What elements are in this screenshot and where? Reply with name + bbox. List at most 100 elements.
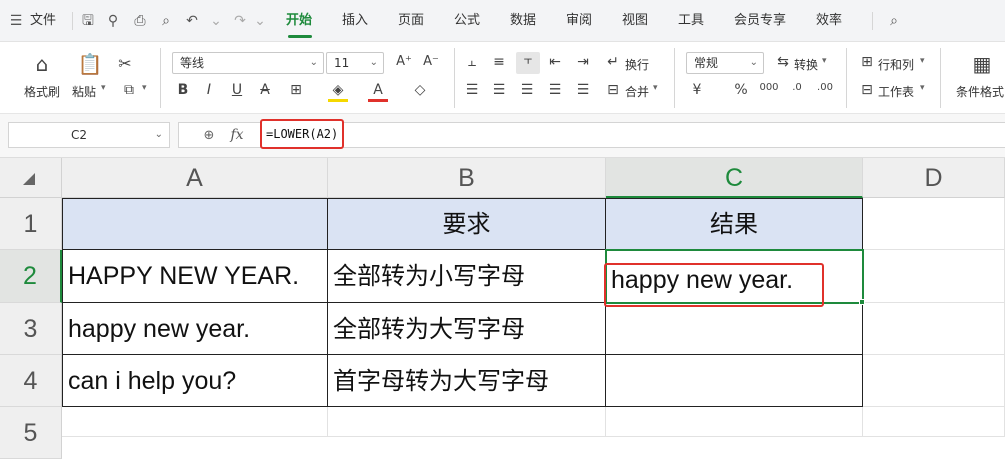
bold-icon[interactable]: B	[174, 82, 192, 102]
column-header-c[interactable]: C	[606, 158, 863, 198]
conditional-format-button[interactable]: 条件格式	[956, 83, 1004, 100]
border-icon[interactable]: ⊞	[286, 82, 306, 102]
convert-icon[interactable]: ⇆	[774, 54, 792, 72]
cut-icon[interactable]: ✂	[114, 54, 136, 74]
decrease-font-icon[interactable]: A⁻	[420, 54, 442, 74]
fill-handle[interactable]	[859, 299, 865, 305]
align-middle-icon[interactable]: ≡	[490, 54, 508, 72]
cell-c1[interactable]: 结果	[606, 199, 863, 250]
cell-d3[interactable]	[863, 303, 1005, 355]
decrease-decimal-icon[interactable]: .00	[814, 82, 836, 100]
decrease-indent-icon[interactable]: ⇤	[546, 54, 564, 72]
dropdown-arrow-icon[interactable]: ⌄	[206, 11, 226, 31]
zoom-formula-icon[interactable]: ⊕	[200, 128, 218, 144]
tab-page[interactable]: 页面	[398, 0, 424, 42]
number-format-select[interactable]: 常规 ⌄	[686, 52, 764, 74]
chevron-down-icon[interactable]: ▾	[142, 83, 147, 93]
format-painter-button[interactable]: 格式刷	[24, 83, 60, 100]
row-header-4[interactable]: 4	[0, 355, 62, 407]
tab-review[interactable]: 审阅	[566, 0, 592, 42]
row-header-5[interactable]: 5	[0, 407, 62, 459]
font-color-icon[interactable]: A	[368, 82, 388, 102]
cell-a3[interactable]: happy new year.	[63, 303, 328, 355]
tab-member[interactable]: 会员专享	[734, 0, 786, 42]
justify-icon[interactable]: ☰	[546, 82, 564, 100]
increase-decimal-icon[interactable]: .0	[786, 82, 808, 100]
select-all-button[interactable]	[0, 158, 62, 198]
align-top-icon[interactable]: ⫠	[463, 54, 481, 72]
format-brush-icon[interactable]: ⚲	[103, 11, 123, 31]
thousands-icon[interactable]: 000	[758, 82, 780, 100]
search-icon[interactable]: ⌕	[884, 11, 904, 31]
tab-tools[interactable]: 工具	[678, 0, 704, 42]
print-preview-icon[interactable]: ⌕	[156, 11, 176, 31]
chevron-down-icon[interactable]: ▾	[920, 83, 925, 93]
fill-color-icon[interactable]: ◈	[328, 82, 348, 102]
column-header-d[interactable]: D	[863, 158, 1005, 198]
increase-indent-icon[interactable]: ⇥	[574, 54, 592, 72]
menu-file[interactable]: 文件	[30, 0, 56, 42]
row-header-2[interactable]: 2	[0, 250, 62, 303]
chevron-down-icon[interactable]: ▾	[920, 56, 925, 66]
format-painter-icon[interactable]: ⌂	[28, 52, 56, 76]
worksheet-icon[interactable]: ⊟	[858, 82, 876, 100]
tab-insert[interactable]: 插入	[342, 0, 368, 42]
wrap-text-icon[interactable]: ↵	[604, 54, 622, 72]
chevron-down-icon[interactable]: ▾	[822, 56, 827, 66]
cell-d2[interactable]	[863, 250, 1005, 303]
cell-c4[interactable]	[606, 355, 863, 407]
chevron-down-icon[interactable]: ▾	[101, 83, 106, 93]
formula-input[interactable]: =LOWER(A2)	[260, 119, 345, 149]
tab-formulas[interactable]: 公式	[454, 0, 480, 42]
font-name-select[interactable]: 等线 ⌄	[172, 52, 324, 74]
save-icon[interactable]: 🖫	[78, 11, 98, 31]
align-center-icon[interactable]: ☰	[490, 82, 508, 100]
row-header-3[interactable]: 3	[0, 303, 62, 355]
clear-format-icon[interactable]: ◇	[410, 82, 430, 102]
increase-font-icon[interactable]: A⁺	[393, 54, 415, 74]
cell-d1[interactable]	[863, 198, 1005, 250]
align-right-icon[interactable]: ☰	[518, 82, 536, 100]
wrap-text-button[interactable]: 换行	[625, 56, 649, 73]
row-column-button[interactable]: 行和列	[878, 56, 914, 73]
hamburger-menu-icon[interactable]: ☰	[6, 11, 26, 31]
copy-icon[interactable]: ⧉	[118, 82, 140, 102]
cell-b1[interactable]: 要求	[328, 199, 606, 250]
chevron-down-icon[interactable]: ▾	[653, 83, 658, 93]
merge-button[interactable]: 合并	[625, 83, 649, 100]
merge-icon[interactable]: ⊟	[604, 82, 622, 100]
cell-b4[interactable]: 首字母转为大写字母	[328, 355, 606, 407]
tab-data[interactable]: 数据	[510, 0, 536, 42]
align-bottom-icon[interactable]: ⫟	[516, 52, 540, 74]
font-size-select[interactable]: 11 ⌄	[326, 52, 384, 74]
convert-button[interactable]: 转换	[794, 56, 818, 73]
name-box[interactable]: C2 ⌄	[8, 122, 170, 148]
row-column-icon[interactable]: ⊞	[858, 54, 876, 72]
paste-button[interactable]: 粘贴	[72, 83, 96, 100]
conditional-format-icon[interactable]: ▦	[968, 52, 996, 76]
worksheet-button[interactable]: 工作表	[878, 83, 914, 100]
cell-a4[interactable]: can i help you?	[63, 355, 328, 407]
print-icon[interactable]: ⎙	[130, 11, 150, 31]
italic-icon[interactable]: I	[200, 82, 218, 102]
fx-icon[interactable]: fx	[228, 127, 246, 145]
row-header-1[interactable]: 1	[0, 198, 62, 250]
cell-a1[interactable]	[63, 199, 328, 250]
dropdown-arrow-icon[interactable]: ⌄	[250, 11, 270, 31]
underline-icon[interactable]: U	[228, 82, 246, 102]
paste-icon[interactable]: 📋	[76, 52, 104, 76]
tab-view[interactable]: 视图	[622, 0, 648, 42]
cell-b2[interactable]: 全部转为小写字母	[328, 250, 606, 303]
cell-c3[interactable]	[606, 303, 863, 355]
percent-icon[interactable]: %	[732, 82, 750, 100]
column-header-b[interactable]: B	[328, 158, 606, 198]
currency-icon[interactable]: ¥	[688, 82, 706, 100]
column-header-a[interactable]: A	[62, 158, 328, 198]
distributed-icon[interactable]: ☰	[574, 82, 592, 100]
redo-icon[interactable]: ↷	[230, 11, 250, 31]
align-left-icon[interactable]: ☰	[463, 82, 481, 100]
cell-a2[interactable]: HAPPY NEW YEAR.	[63, 250, 328, 303]
strikethrough-icon[interactable]: A	[256, 82, 274, 102]
cell-b3[interactable]: 全部转为大写字母	[328, 303, 606, 355]
tab-efficiency[interactable]: 效率	[816, 0, 842, 42]
